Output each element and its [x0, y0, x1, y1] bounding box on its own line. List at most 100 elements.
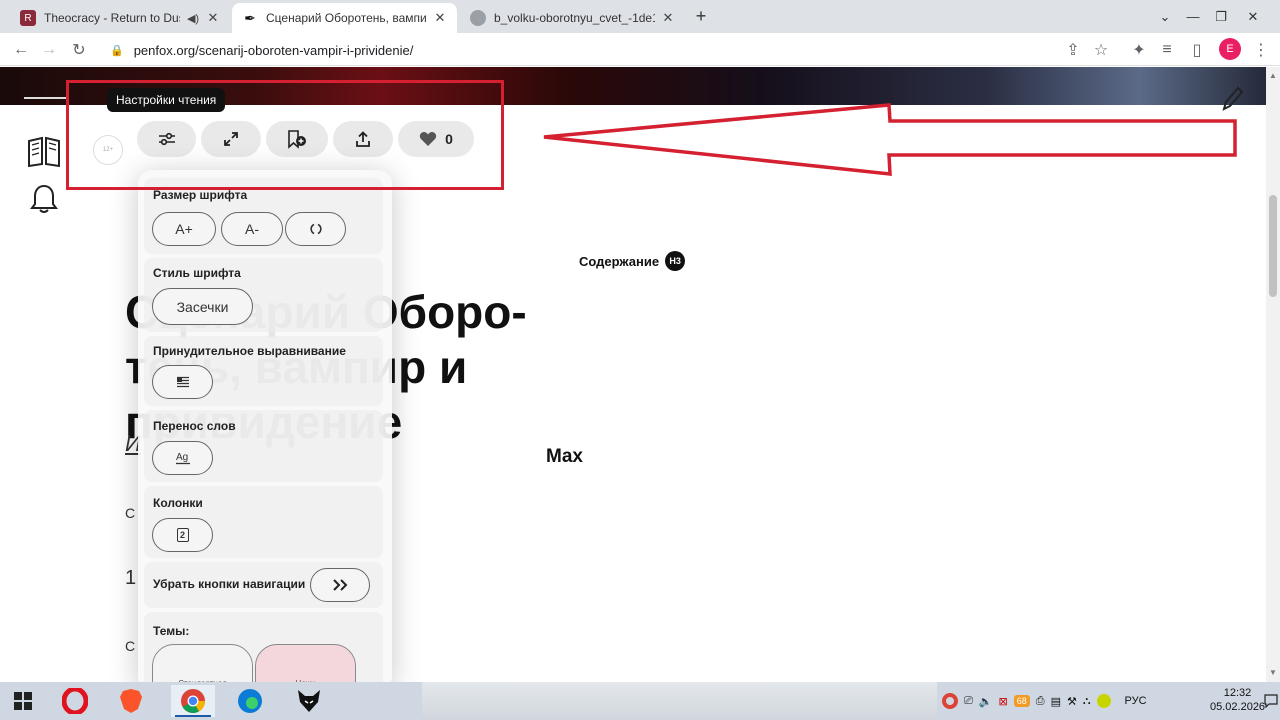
volume-icon[interactable]: 🔈	[979, 695, 993, 708]
font-decrease-button[interactable]: A-	[221, 212, 283, 246]
taskbar-wallpaper-preview	[422, 682, 937, 720]
network-icon[interactable]: ⎚	[964, 695, 973, 708]
close-tab-icon[interactable]: ✕	[433, 10, 447, 26]
side-panel-icon[interactable]: ▯	[1184, 37, 1210, 63]
restore-button[interactable]: ❐	[1206, 0, 1236, 33]
brave-app[interactable]	[111, 685, 151, 717]
tab-title: b_volku-oborotnyu_cvet_-1de10	[494, 11, 655, 25]
hyphenation-icon: Ag	[175, 452, 190, 465]
close-window-button[interactable]: ✕	[1238, 0, 1268, 33]
hyphenation-toggle-button[interactable]: Ag	[152, 441, 213, 475]
start-button[interactable]	[0, 685, 46, 717]
edge-app[interactable]	[230, 685, 270, 717]
brave-lion-icon	[120, 689, 142, 713]
usb-icon[interactable]: ⊠	[999, 695, 1008, 708]
justify-align-icon	[176, 376, 189, 388]
scrollbar-thumb[interactable]	[1269, 195, 1277, 297]
new-tab-button[interactable]: +	[686, 0, 716, 33]
font-reset-button[interactable]	[285, 212, 346, 246]
language-indicator[interactable]: РУС	[1125, 695, 1147, 707]
tray-counter-badge[interactable]: 68	[1013, 695, 1030, 707]
share-icon[interactable]: ⇪	[1060, 37, 1086, 63]
contents-link[interactable]: Содержание Н3	[579, 251, 686, 271]
tab-search-icon[interactable]: ⌄	[1150, 0, 1180, 33]
hide-navigation-button[interactable]	[310, 568, 370, 602]
edge-icon	[238, 689, 262, 713]
bookmark-star-icon[interactable]: ☆	[1088, 37, 1114, 63]
close-tab-icon[interactable]: ✕	[661, 10, 675, 26]
browser-tab-active[interactable]: ✒ Сценарий Оборотень, вампир ✕	[232, 3, 457, 33]
columns-section: Колонки 2	[144, 486, 383, 558]
chrome-app[interactable]	[171, 685, 215, 717]
windows-logo-icon	[14, 692, 32, 710]
speech-bubble-icon	[1264, 694, 1278, 709]
browser-tab[interactable]: R Theocracy - Return to Dust | ◀) ✕	[10, 3, 230, 33]
author-name[interactable]: Max	[546, 446, 583, 468]
green-status-icon[interactable]	[1096, 694, 1111, 708]
tab-title: Сценарий Оборотень, вампир	[266, 11, 427, 25]
page-scrollbar[interactable]: ▲ ▼	[1266, 67, 1280, 682]
close-tab-icon[interactable]: ✕	[206, 10, 220, 26]
body-text-stub: 1	[125, 567, 137, 589]
body-text-stub: С	[125, 505, 136, 521]
notifications-icon[interactable]	[1264, 688, 1278, 714]
bell-icon[interactable]	[30, 183, 58, 215]
address-bar[interactable]: 🔒 penfox.org/scenarij-oboroten-vampir-i-…	[104, 37, 1124, 63]
scroll-up-icon[interactable]: ▲	[1269, 71, 1277, 80]
double-chevron-right-icon	[333, 579, 348, 591]
clock-time: 12:32	[1223, 687, 1252, 699]
section-title: Принудительное выравнивание	[153, 344, 346, 358]
svg-text:Ag: Ag	[176, 452, 188, 463]
device-icon[interactable]: ⛬	[1083, 695, 1091, 708]
annotation-arrow	[543, 103, 1237, 176]
speaker-icon[interactable]: ◀)	[186, 12, 200, 25]
tab-title: Theocracy - Return to Dust |	[44, 11, 180, 25]
opera-app[interactable]	[55, 685, 95, 717]
minimize-button[interactable]: —	[1178, 0, 1208, 33]
section-title: Убрать кнопки навигации	[153, 577, 306, 591]
navigation-section: Убрать кнопки навигации	[144, 562, 383, 608]
media-icon[interactable]: ≡	[1154, 37, 1180, 63]
menu-kebab-icon[interactable]: ⋮	[1248, 37, 1274, 63]
hamburger-menu-icon[interactable]	[24, 97, 66, 99]
profile-avatar[interactable]: E	[1219, 38, 1241, 60]
printer-icon[interactable]: ⎙	[1036, 695, 1045, 708]
opera-icon	[62, 688, 88, 714]
clock-date: 05.02.2026	[1210, 701, 1266, 713]
reload-button[interactable]: ↻	[66, 37, 92, 63]
section-title: Колонки	[153, 496, 203, 510]
site-favicon-icon: R	[20, 10, 36, 26]
lock-icon: 🔒	[110, 44, 124, 57]
forward-button[interactable]: →	[36, 37, 62, 63]
columns-count: 2	[176, 528, 189, 542]
contents-count-badge: Н3	[665, 251, 686, 271]
section-title: Перенос слов	[153, 419, 236, 433]
browser-toolbar: ← → ↻ 🔒 penfox.org/scenarij-oboroten-vam…	[0, 33, 1280, 66]
font-style-serif-button[interactable]: Засечки	[152, 288, 253, 325]
reset-icon	[309, 223, 322, 235]
url-text: penfox.org/scenarij-oboroten-vampir-i-pr…	[133, 42, 414, 58]
body-text-stub: С	[125, 638, 136, 654]
font-style-section: Стиль шрифта Засечки	[144, 258, 383, 332]
fox-app[interactable]	[289, 685, 329, 717]
app-tray-icon[interactable]: ▤	[1051, 695, 1061, 708]
reading-settings-panel: Размер шрифта A+ A- Стиль шрифта Засечки…	[138, 170, 392, 690]
extensions-icon[interactable]: ✦	[1126, 37, 1152, 63]
font-increase-button[interactable]: A+	[152, 212, 216, 246]
fox-icon	[298, 690, 320, 712]
tool-icon[interactable]: ⚒	[1067, 695, 1077, 708]
book-icon[interactable]	[26, 133, 62, 169]
back-button[interactable]: ←	[8, 37, 34, 63]
browser-tab[interactable]: b_volku-oborotnyu_cvet_-1de10 ✕	[460, 3, 685, 33]
penfox-favicon-icon: ✒	[244, 9, 256, 26]
columns-toggle-button[interactable]: 2	[152, 518, 213, 552]
justify-toggle-button[interactable]	[152, 365, 213, 399]
globe-icon	[470, 10, 486, 26]
alignment-section: Принудительное выравнивание	[144, 336, 383, 406]
chrome-icon	[181, 689, 205, 714]
taskbar-clock[interactable]: 12:32 05.02.2026	[1210, 686, 1265, 714]
chrome-tray-icon[interactable]	[942, 693, 958, 709]
highlight-frame	[66, 80, 504, 190]
scroll-down-icon[interactable]: ▼	[1269, 668, 1277, 677]
system-tray: ⎚ 🔈 ⊠ 68 ⎙ ▤ ⚒ ⛬ РУС	[942, 682, 1147, 720]
